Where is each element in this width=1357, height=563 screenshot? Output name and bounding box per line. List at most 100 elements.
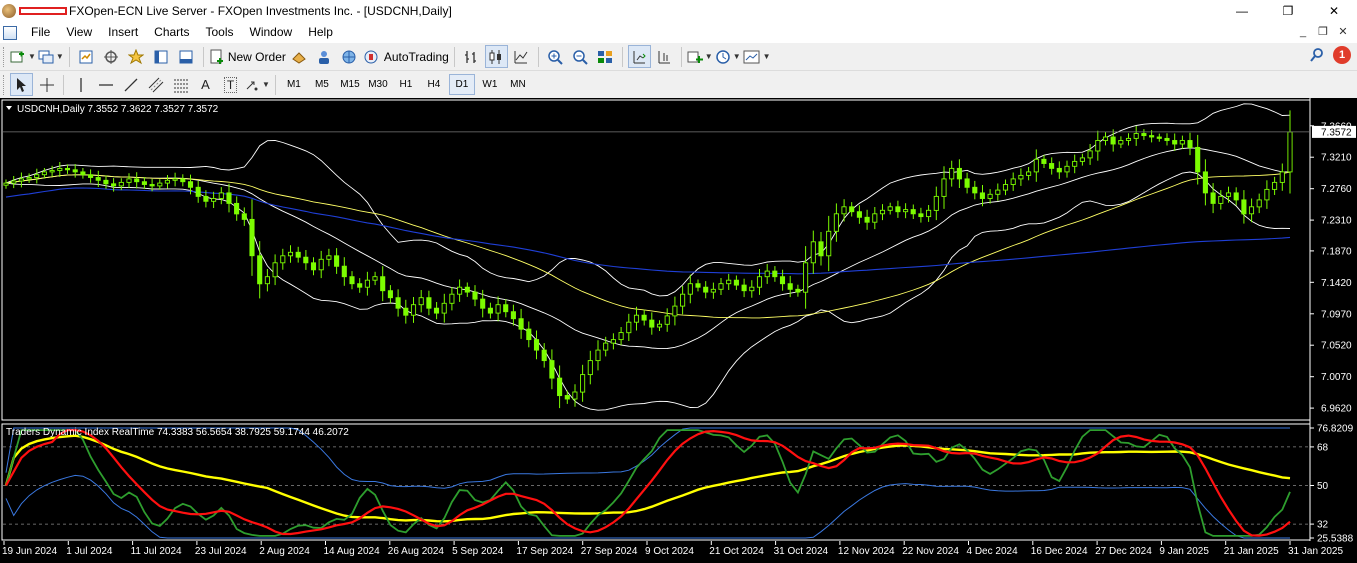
- candle: [987, 189, 993, 204]
- candle: [1026, 167, 1032, 181]
- candle-body-bear: [818, 241, 824, 257]
- toolbar-grip[interactable]: [3, 74, 6, 95]
- timeframe-m15[interactable]: M15: [337, 74, 363, 95]
- arrows-button[interactable]: ▼: [244, 73, 270, 96]
- minimize-button[interactable]: —: [1219, 0, 1265, 22]
- candle-body-bull: [57, 167, 63, 171]
- candle: [595, 340, 601, 371]
- line-chart-button[interactable]: [510, 45, 533, 68]
- chart-document-icon[interactable]: [3, 25, 17, 40]
- tile-windows-button[interactable]: [594, 45, 617, 68]
- timeframe-m1[interactable]: M1: [281, 74, 307, 95]
- candle: [433, 302, 440, 320]
- notification-badge[interactable]: 1: [1333, 46, 1351, 64]
- candle-body-bear: [1164, 137, 1170, 141]
- vertical-line-button[interactable]: [69, 73, 92, 96]
- maximize-button[interactable]: ❐: [1265, 0, 1311, 22]
- candle-body-bull: [1010, 178, 1016, 185]
- data-window-button[interactable]: [100, 45, 123, 68]
- candle-body-bull: [587, 360, 593, 376]
- cursor-tool-button[interactable]: [10, 73, 33, 96]
- text-tool-button[interactable]: A: [194, 73, 217, 96]
- search-icon[interactable]: [1309, 47, 1325, 63]
- candle-body-bear: [979, 192, 985, 199]
- candle-body-bear: [772, 270, 778, 278]
- indicators-button[interactable]: ▼: [687, 45, 713, 68]
- candle: [549, 349, 555, 390]
- chart-shift-button[interactable]: [653, 45, 676, 68]
- autotrading-button[interactable]: AutoTrading: [363, 45, 449, 68]
- signals-button[interactable]: [313, 45, 336, 68]
- candle-body-bear: [472, 291, 478, 300]
- chart-minimize-button[interactable]: _: [1293, 22, 1313, 43]
- candle: [1287, 110, 1293, 194]
- text-label-tool-button[interactable]: T: [219, 73, 242, 96]
- market-watch-button[interactable]: [75, 45, 98, 68]
- candle: [733, 275, 739, 290]
- toolbar-grip[interactable]: [3, 46, 6, 67]
- autoscroll-button[interactable]: [627, 45, 651, 68]
- candle: [418, 290, 424, 313]
- candle: [887, 202, 893, 215]
- toolbar-separator: [453, 46, 455, 67]
- horizontal-line-button[interactable]: [94, 73, 117, 96]
- zoom-in-button[interactable]: [544, 45, 567, 68]
- crosshair-tool-button[interactable]: [35, 73, 58, 96]
- menu-window[interactable]: Window: [242, 22, 301, 43]
- chart-header-triangle-icon[interactable]: [6, 106, 12, 110]
- chart-restore-button[interactable]: ❐: [1313, 22, 1333, 43]
- trendline-button[interactable]: [119, 73, 142, 96]
- terminal-window-icon: [154, 50, 168, 63]
- metaeditor-button[interactable]: [288, 45, 311, 68]
- toolbar-separator: [621, 46, 623, 67]
- candle: [495, 296, 501, 322]
- fibonacci-button[interactable]: [169, 73, 192, 96]
- candle-body-bear: [733, 279, 739, 286]
- strategy-tester-button[interactable]: [175, 45, 198, 68]
- menu-insert[interactable]: Insert: [100, 22, 146, 43]
- bar-chart-button[interactable]: [460, 45, 483, 68]
- timeframe-w1[interactable]: W1: [477, 74, 503, 95]
- candle-body-bull: [1018, 174, 1024, 180]
- candle-body-bear: [72, 169, 78, 173]
- navigator-button[interactable]: [125, 45, 148, 68]
- candle: [226, 183, 232, 213]
- new-chart-button[interactable]: ▼: [10, 45, 36, 68]
- menu-charts[interactable]: Charts: [146, 22, 197, 43]
- terminal-button[interactable]: [150, 45, 173, 68]
- menu-view[interactable]: View: [58, 22, 100, 43]
- chart-close-button[interactable]: ✕: [1333, 22, 1353, 43]
- market-button[interactable]: [338, 45, 361, 68]
- timeframe-h4[interactable]: H4: [421, 74, 447, 95]
- candle: [910, 204, 916, 219]
- new-order-button[interactable]: New Order: [209, 45, 286, 68]
- candle: [34, 168, 40, 184]
- price-chart-svg[interactable]: 7.36607.32107.27607.23107.18707.14207.09…: [0, 98, 1357, 563]
- timeframe-m30[interactable]: M30: [365, 74, 391, 95]
- menu-help[interactable]: Help: [300, 22, 341, 43]
- zoom-out-button[interactable]: [569, 45, 592, 68]
- candlestick-chart-button[interactable]: [484, 45, 508, 68]
- menu-file[interactable]: File: [23, 22, 58, 43]
- candle-body-bear: [518, 318, 524, 330]
- profiles-button[interactable]: ▼: [38, 45, 64, 68]
- candle-body-bull: [756, 276, 763, 288]
- chart-window[interactable]: 7.36607.32107.27607.23107.18707.14207.09…: [0, 98, 1357, 563]
- close-button[interactable]: ✕: [1311, 0, 1357, 22]
- menu-tools[interactable]: Tools: [198, 22, 242, 43]
- timeframe-h1[interactable]: H1: [393, 74, 419, 95]
- timeframe-mn[interactable]: MN: [505, 74, 531, 95]
- candle-body-bear: [795, 288, 801, 293]
- templates-button[interactable]: ▼: [743, 45, 771, 68]
- periods-button[interactable]: ▼: [715, 45, 741, 68]
- candle: [926, 205, 932, 222]
- clock-icon: [715, 49, 730, 64]
- redacted-account-box: [19, 7, 67, 15]
- equidistant-channel-button[interactable]: [144, 73, 167, 96]
- indicator-axis-label: 50: [1317, 481, 1329, 492]
- timeframe-m5[interactable]: M5: [309, 74, 335, 95]
- date-axis-label: 21 Oct 2024: [709, 546, 764, 557]
- timeframe-d1[interactable]: D1: [448, 74, 475, 95]
- terminal-app: FXOpen-ECN Live Server - FXOpen Investme…: [0, 0, 1357, 563]
- date-axis-label: 11 Jul 2024: [131, 546, 182, 557]
